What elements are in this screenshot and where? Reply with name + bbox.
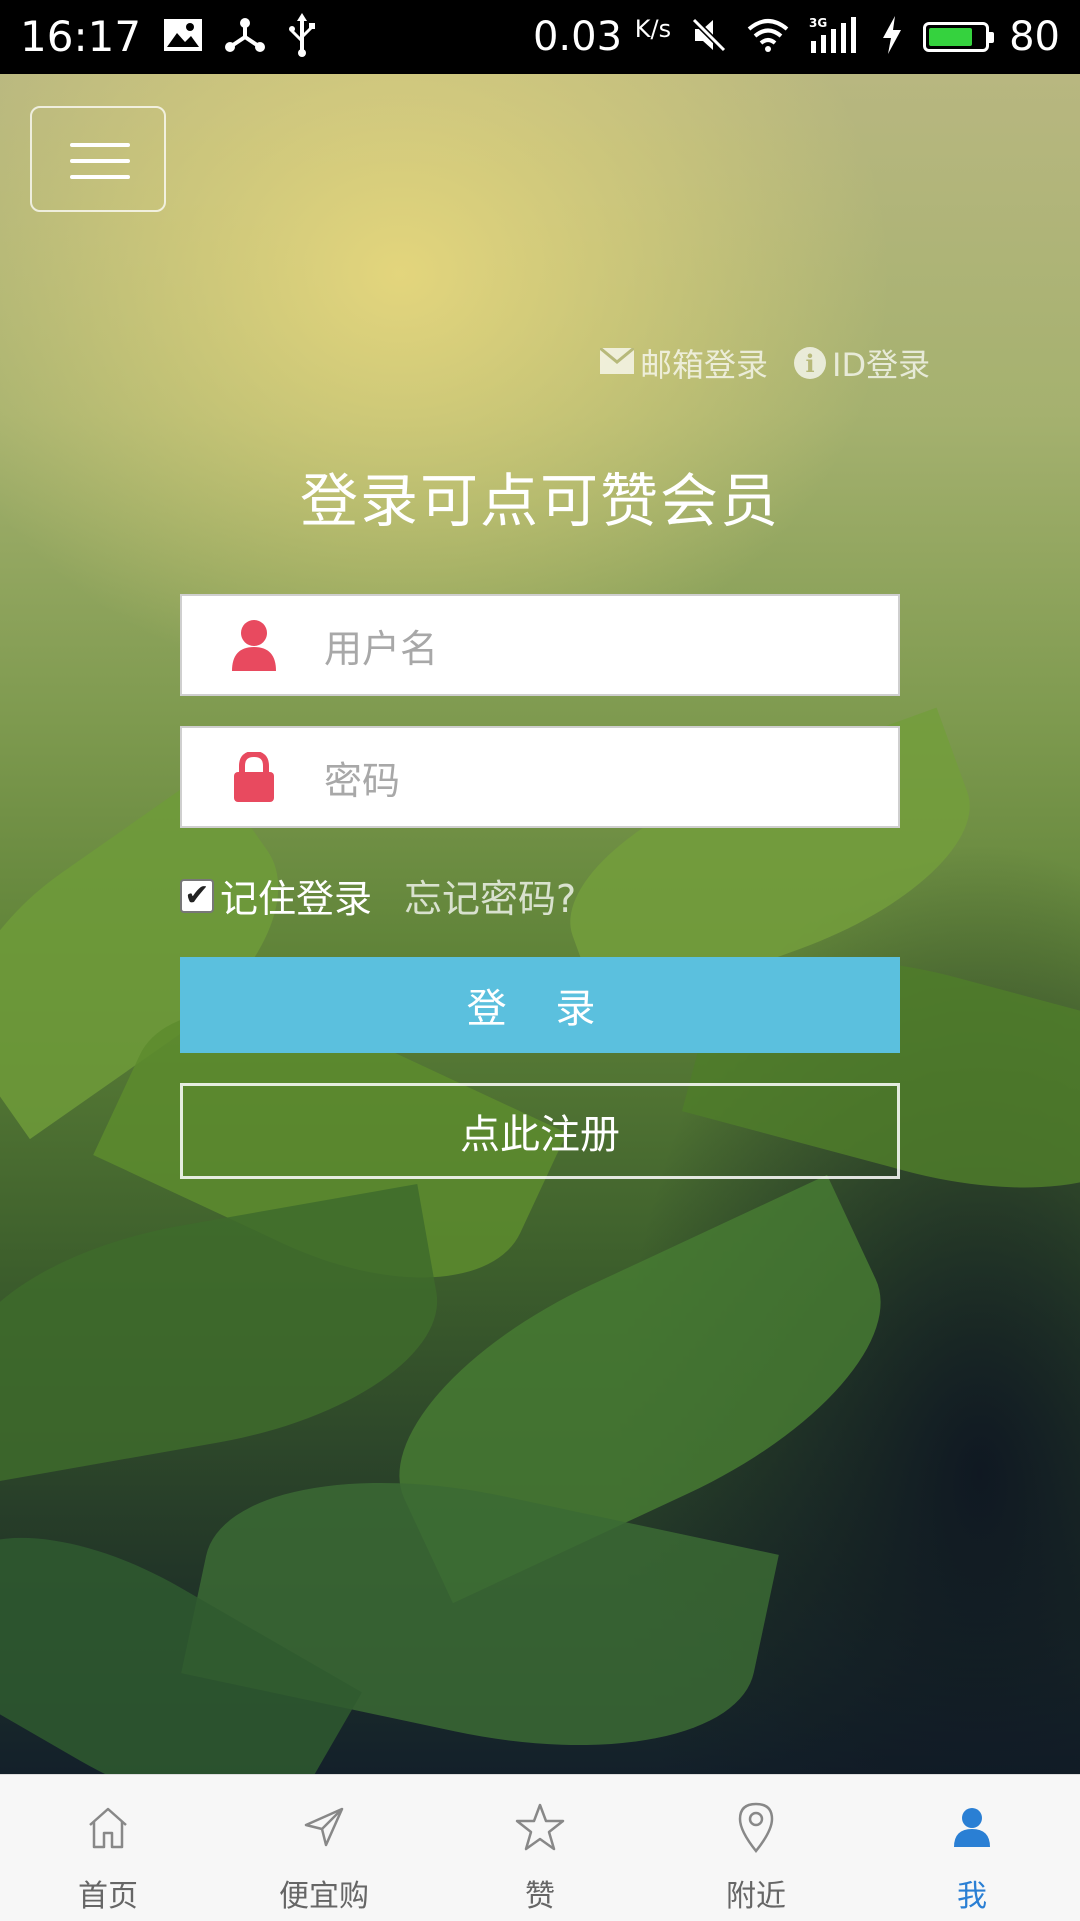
network-speed: 0.03 K/s [532, 14, 672, 60]
register-button[interactable]: 点此注册 [180, 1083, 900, 1179]
hamburger-line [70, 175, 130, 179]
tab-me[interactable]: 我 [864, 1775, 1080, 1921]
menu-button[interactable] [30, 106, 166, 212]
usb-icon [287, 13, 317, 61]
send-icon [300, 1799, 348, 1855]
envelope-icon [599, 344, 635, 382]
id-login-label: ID登录 [832, 346, 931, 384]
remember-row: ✔ 记住登录 忘记密码? [180, 868, 576, 923]
tab-label: 便宜购 [279, 1879, 369, 1914]
email-login-link[interactable]: 邮箱登录 [599, 340, 769, 386]
mute-icon [691, 17, 727, 57]
wifi-icon [747, 18, 789, 56]
user-icon [952, 1799, 992, 1855]
tab-label: 赞 [525, 1879, 555, 1914]
svg-text:3G: 3G [809, 16, 827, 30]
tab-likes[interactable]: 赞 [432, 1775, 648, 1921]
tab-deals[interactable]: 便宜购 [216, 1775, 432, 1921]
username-placeholder: 用户名 [324, 626, 439, 671]
share-icon [225, 17, 266, 57]
leaf-decoration [0, 1183, 456, 1485]
login-options: 邮箱登录 i ID登录 [599, 340, 930, 386]
battery-icon [923, 22, 995, 52]
tab-nearby[interactable]: 附近 [648, 1775, 864, 1921]
id-login-link[interactable]: i ID登录 [794, 340, 930, 386]
tab-label: 首页 [78, 1879, 138, 1914]
hamburger-icon [70, 143, 130, 147]
battery-percent: 80 [1009, 14, 1060, 60]
email-login-label: 邮箱登录 [640, 346, 769, 384]
charging-icon [881, 16, 903, 58]
image-icon [163, 18, 203, 56]
tab-label: 附近 [726, 1879, 786, 1914]
bottom-tab-bar: 首页 便宜购 赞 附近 我 [0, 1774, 1080, 1921]
location-pin-icon [736, 1799, 776, 1855]
background-image [0, 74, 1080, 1774]
password-placeholder: 密码 [324, 758, 401, 803]
page-title: 登录可点可赞会员 [299, 467, 780, 535]
tab-label: 我 [957, 1879, 987, 1914]
star-icon [515, 1799, 565, 1855]
user-icon [224, 619, 284, 671]
remember-label[interactable]: 记住登录 [220, 868, 372, 923]
remember-checkbox[interactable]: ✔ [180, 877, 214, 913]
checkmark-icon: ✔ [184, 877, 210, 913]
status-bar: 16:17 0.03 K/s 3G 80 [0, 0, 1080, 74]
login-button[interactable]: 登 录 [180, 957, 900, 1053]
lock-icon [224, 752, 284, 802]
signal-3g-icon: 3G [809, 15, 861, 59]
username-field[interactable]: 用户名 [180, 594, 900, 696]
status-time: 16:17 [20, 12, 142, 61]
home-icon [84, 1799, 132, 1855]
hamburger-line [70, 159, 130, 163]
tab-home[interactable]: 首页 [0, 1775, 216, 1921]
info-icon: i [794, 347, 827, 379]
forgot-password-link[interactable]: 忘记密码? [404, 868, 576, 923]
password-field[interactable]: 密码 [180, 726, 900, 828]
